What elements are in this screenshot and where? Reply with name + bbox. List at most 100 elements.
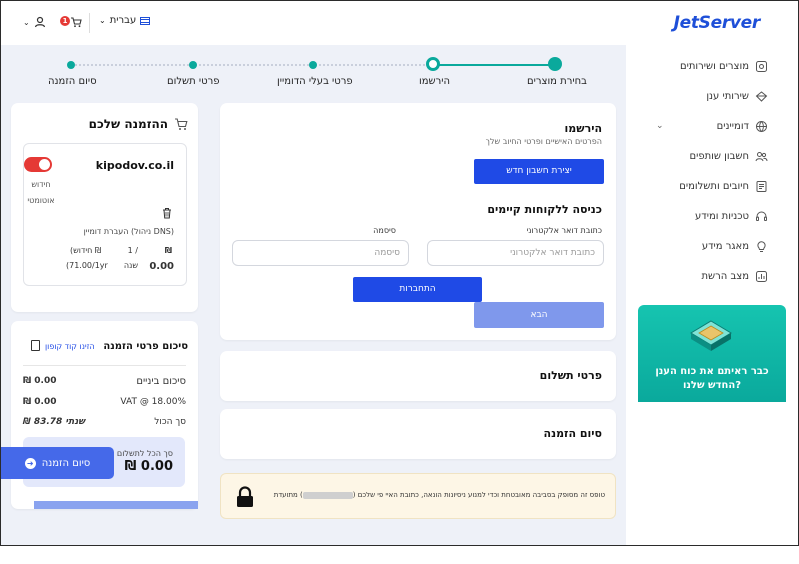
chevron-down-icon: ⌄ xyxy=(99,16,106,25)
renewal-label: (חידוש ₪ xyxy=(70,246,102,255)
lock-icon xyxy=(237,486,253,507)
security-notice: טופס זה מסופק בסביבה מאובטחת וכדי למנוע … xyxy=(220,473,616,519)
create-account-button[interactable]: יצירת חשבון חדש xyxy=(474,159,604,184)
order-completion-section[interactable]: סיום הזמנה xyxy=(220,409,616,459)
sidebar-item-label: חיובים ותשלומים xyxy=(679,180,749,192)
coupon-icon xyxy=(31,340,40,351)
stepper-line-pending xyxy=(71,64,433,66)
step-label-finish[interactable]: סיום הזמנה xyxy=(48,76,97,87)
cart-icon xyxy=(71,17,82,28)
globe-icon xyxy=(756,120,767,132)
sidebar-item-label: מצב הרשת xyxy=(701,270,749,282)
chevron-down-icon[interactable]: ⌄ xyxy=(656,121,664,131)
cloud-icon xyxy=(755,90,768,102)
partners-icon xyxy=(755,151,768,161)
subtotal-value: ₪ 0.00 xyxy=(23,376,57,386)
products-icon xyxy=(756,60,767,72)
trash-icon[interactable] xyxy=(162,207,172,219)
language-label: עברית xyxy=(109,15,137,26)
step-label-domain-owner[interactable]: פרטי בעלי הדומיין xyxy=(277,76,353,87)
finish-order-label: סיום הזמנה xyxy=(41,457,91,469)
topbar-divider xyxy=(89,13,90,33)
dns-transfer-label: העברת דומיין (ניהול DNS) xyxy=(83,227,174,236)
grand-total-label: סך הכל לתשלום xyxy=(116,449,173,458)
price-qty: 1 / xyxy=(127,246,138,255)
user-icon xyxy=(34,16,45,28)
sidebar-item-domains[interactable]: דומיינים xyxy=(717,117,768,135)
email-field[interactable]: כתובת דואר אלקטרוני xyxy=(427,240,604,266)
sidebar-item-label: שירותי ענן xyxy=(706,90,749,102)
vat-label: VAT @ 18.00% xyxy=(120,397,186,407)
finish-order-button[interactable]: ➜ סיום הזמנה xyxy=(1,447,114,479)
language-selector[interactable]: ⌄ עברית xyxy=(99,15,151,26)
cart-icon xyxy=(175,118,188,130)
progress-stepper: בחירת מוצרים הירשמו פרטי בעלי הדומיין פר… xyxy=(1,45,626,97)
step-dot-domain-owner xyxy=(309,61,317,69)
total-label: סך הכול xyxy=(154,417,186,427)
top-bar: JetServer ⌄ 1 ⌄ עברית xyxy=(1,1,798,45)
user-menu[interactable]: ⌄ xyxy=(23,16,46,28)
password-field[interactable]: סיסמה xyxy=(232,240,409,266)
sidebar-item-label: דומיינים xyxy=(716,120,749,132)
next-button[interactable]: הבא xyxy=(474,302,604,328)
main-area: בחירת מוצרים הירשמו פרטי בעלי הדומיין פר… xyxy=(1,45,626,545)
total-row: סך הכול ₪ 83.78 שנתי xyxy=(23,417,186,431)
summary-title: סיכום פרטי הזמנה xyxy=(103,341,188,352)
app-frame: JetServer ⌄ 1 ⌄ עברית בחירת מוצרים הירשמ… xyxy=(0,0,799,546)
israel-flag-icon xyxy=(140,16,151,25)
login-button[interactable]: התחברות xyxy=(353,277,482,302)
sidebar-item-cloud[interactable]: שירותי ענן xyxy=(706,87,768,105)
cloud-chip-illustration xyxy=(690,320,732,351)
sidebar-item-products[interactable]: מוצרים ושירותים xyxy=(680,57,768,75)
chevron-down-icon: ⌄ xyxy=(23,17,30,27)
vat-row: VAT @ 18.00% ₪ 0.00 xyxy=(23,397,186,411)
payment-details-section[interactable]: פרטי תשלום xyxy=(220,351,616,401)
stepper-line-completed xyxy=(433,64,555,66)
sidebar: מוצרים ושירותים שירותי ענן דומיינים ⌄ חש… xyxy=(626,45,798,545)
redacted-ip xyxy=(302,491,353,499)
summary-divider xyxy=(23,365,186,366)
price-period: שנה xyxy=(123,261,138,270)
auto-renew-toggle[interactable] xyxy=(24,157,52,172)
sidebar-item-support[interactable]: טכניות ומידע xyxy=(695,207,768,225)
arrow-right-icon: ➜ xyxy=(24,457,36,469)
step-label-payment[interactable]: פרטי תשלום xyxy=(167,76,220,87)
step-dot-payment xyxy=(189,61,197,69)
domain-name: kipodov.co.il xyxy=(95,159,174,172)
registration-title: הירשמו xyxy=(564,122,603,135)
email-label: כתובת דואר אלקטרוני xyxy=(526,226,603,235)
logo-text: JetServer xyxy=(673,13,761,33)
cart-button[interactable]: 1 xyxy=(60,15,82,31)
sidebar-item-knowledge[interactable]: מאגר מידע xyxy=(702,237,768,255)
step-dot-register xyxy=(426,57,440,71)
total-value: ₪ 83.78 שנתי xyxy=(23,417,86,427)
sidebar-item-partners[interactable]: חשבון שותפים xyxy=(689,147,768,165)
security-text-before: טופס זה מסופק בסביבה מאובטחת וכדי למנוע … xyxy=(352,491,605,499)
sidebar-item-network-status[interactable]: מצב הרשת xyxy=(701,267,768,285)
grand-total-value: ₪ 0.00 xyxy=(124,459,173,474)
bulb-icon xyxy=(757,240,766,252)
step-dot-products xyxy=(548,57,562,71)
sidebar-item-billing[interactable]: חיובים ותשלומים xyxy=(679,177,768,195)
promo-text: כבר ראיתם את כוח הענן החדש שלנו? xyxy=(655,366,769,391)
cloud-promo-banner[interactable]: כבר ראיתם את כוח הענן החדש שלנו? xyxy=(638,305,786,402)
sidebar-item-label: טכניות ומידע xyxy=(695,210,749,222)
jetserver-logo[interactable]: JetServer xyxy=(673,13,761,33)
step-label-products[interactable]: בחירת מוצרים xyxy=(527,76,587,87)
order-panel: ההזמנה שלכם kipodov.co.il חידוש אוטומטי ה… xyxy=(11,103,198,312)
coupon-link[interactable]: הזינו קוד קופון xyxy=(45,342,95,351)
order-title: ההזמנה שלכם xyxy=(88,117,168,131)
subtotal-row: סיכום ביניים ₪ 0.00 xyxy=(23,376,186,390)
bottom-scroll-bar xyxy=(34,501,198,509)
payment-details-title: פרטי תשלום xyxy=(539,369,602,382)
security-text-after: ) מתועדת xyxy=(273,491,303,499)
cart-badge: 1 xyxy=(60,16,70,26)
step-dot-finish xyxy=(67,61,75,69)
order-completion-title: סיום הזמנה xyxy=(543,427,602,440)
registration-subtitle: הפרטים האישיים ופרטי החיוב שלך xyxy=(485,137,602,146)
password-label: סיסמה xyxy=(373,226,396,235)
price-currency: ₪ xyxy=(164,246,172,255)
vat-value: ₪ 0.00 xyxy=(23,397,57,407)
step-label-register[interactable]: הירשמו xyxy=(419,76,450,87)
login-title: כניסה ללקוחות קיימים xyxy=(487,203,602,216)
